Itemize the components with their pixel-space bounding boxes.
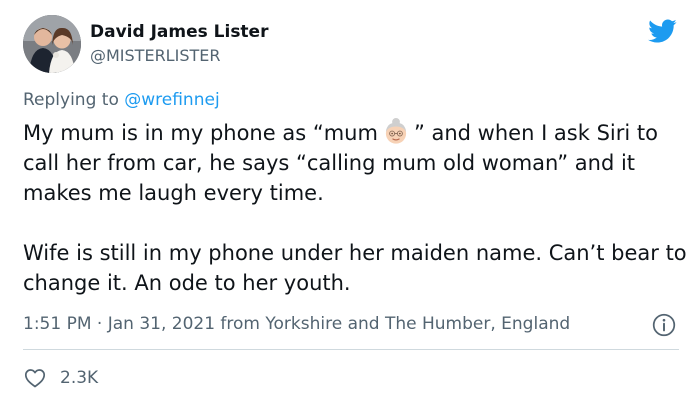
old-woman-emoji <box>385 118 407 144</box>
avatar-photo <box>23 15 81 73</box>
like-count: 2.3K <box>60 368 99 388</box>
info-icon[interactable] <box>651 312 677 338</box>
avatar[interactable] <box>23 15 81 73</box>
like-button[interactable]: 2.3K <box>23 366 98 390</box>
tweet-text-part-1: My mum is in my phone as “mum <box>23 121 378 145</box>
tweet-timestamp[interactable]: 1:51 PM · Jan 31, 2021 from Yorkshire an… <box>23 313 570 335</box>
reply-mention-link[interactable]: @wrefinnej <box>124 90 219 110</box>
heart-icon <box>24 369 46 388</box>
tweet-text: My mum is in my phone as “mum ” and when… <box>23 118 688 298</box>
replying-to: Replying to @wrefinnej <box>23 89 220 111</box>
tweet-paragraph-2: Wife is still in my phone under her maid… <box>23 241 687 295</box>
divider <box>23 349 679 350</box>
replying-prefix: Replying to <box>23 90 119 110</box>
author-handle[interactable]: @MISTERLISTER <box>90 46 220 66</box>
author-name[interactable]: David James Lister <box>90 21 268 43</box>
twitter-bird-icon[interactable] <box>645 16 679 46</box>
tweet-paragraph-1: My mum is in my phone as “mum ” and when… <box>23 118 688 208</box>
